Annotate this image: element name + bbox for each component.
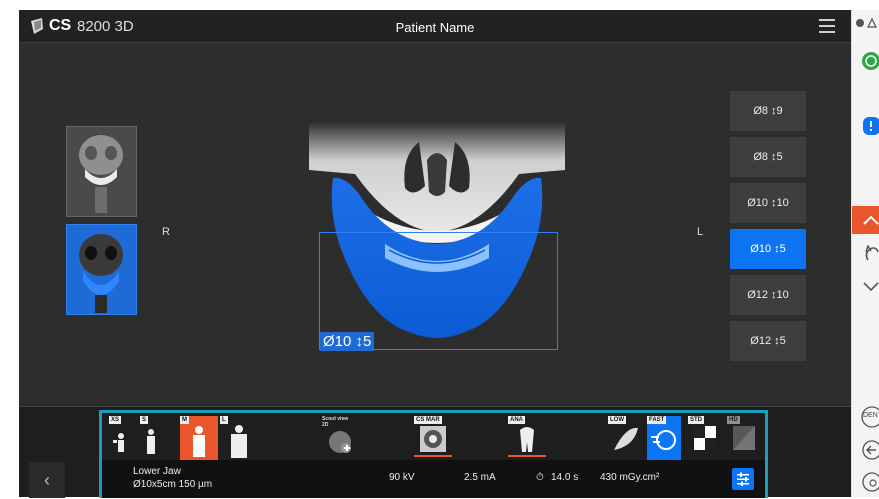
acquisition-screen: CS 8200 3D Patient Name R L Ø10 ↕5 Ø8 ↕9… (19, 10, 851, 498)
patient-size-s[interactable]: S (140, 416, 162, 460)
skull-xray-icon (79, 135, 123, 213)
skull-jaw-icon (79, 234, 123, 313)
ana-indicator (508, 455, 546, 457)
resolution-std[interactable]: STD (688, 416, 722, 460)
bottom-toolbar: ‹ XS S M L Scout view 2D CS MAR ANA LOW … (19, 406, 851, 498)
region-text: Lower Jaw (133, 466, 181, 477)
acquisition-info-bar: Lower Jaw Ø10x5cm 150 µm 90 kV 2.5 mA ⏱ … (102, 460, 765, 498)
info-notification-icon[interactable] (852, 115, 879, 137)
collapse-up-button[interactable] (852, 206, 879, 234)
ana-toggle[interactable]: ANA (508, 416, 546, 460)
resolution-hd-label: HD (727, 416, 740, 424)
fov-button-12x10[interactable]: Ø12 ↕10 (730, 275, 806, 315)
app-window: CS 8200 3D Patient Name R L Ø10 ↕5 Ø8 ↕9… (0, 0, 879, 498)
ready-status-icon (852, 50, 879, 72)
size-xs-label: XS (109, 416, 122, 424)
undo-icon[interactable] (852, 438, 879, 462)
cs-mar-toggle[interactable]: CS MAR (414, 416, 452, 460)
fov-button-10x5[interactable]: Ø10 ↕5 (730, 229, 806, 269)
scout-view-label: Scout view 2D (322, 416, 349, 428)
time-text: 14.0 s (551, 472, 579, 483)
parameters-button[interactable] (732, 468, 754, 490)
resolution-std-label: STD (688, 416, 704, 424)
fov-button-8x9[interactable]: Ø8 ↕9 (730, 91, 806, 131)
cs-mar-label: CS MAR (414, 416, 442, 424)
resolution-hd[interactable]: HD (727, 416, 761, 460)
roi-fov-label: Ø10 ↕5 (320, 332, 375, 351)
chevron-down-icon[interactable] (852, 276, 879, 296)
resolution-low-label: LOW (608, 416, 626, 424)
fov-button-8x5[interactable]: Ø8 ↕5 (730, 137, 806, 177)
rotate-icon[interactable] (852, 242, 879, 266)
resolution-fast[interactable]: FAST (647, 416, 681, 460)
panoramic-view-thumbnail[interactable] (66, 126, 137, 217)
ana-label: ANA (508, 416, 525, 424)
right-side-panel: DEN (851, 10, 879, 497)
fov-button-12x5[interactable]: Ø12 ↕5 (730, 321, 806, 361)
right-side-label: R (162, 226, 170, 238)
timer-reset-icon[interactable] (852, 470, 879, 494)
dental-mode-button[interactable]: DEN (852, 404, 879, 430)
patient-title: Patient Name (395, 20, 475, 35)
resolution-fast-label: FAST (647, 416, 667, 424)
fov-button-10x10[interactable]: Ø10 ↕10 (730, 183, 806, 223)
patient-size-l[interactable]: L (220, 416, 258, 460)
scout-view-toggle[interactable]: Scout view 2D (320, 416, 360, 460)
size-s-label: S (140, 416, 149, 424)
radiation-icon (852, 14, 879, 32)
menu-icon[interactable] (819, 19, 835, 33)
size-l-label: L (220, 416, 228, 424)
resolution-low[interactable]: LOW (608, 416, 642, 460)
dental-label: DEN (863, 412, 878, 419)
cs-mar-indicator (414, 455, 452, 457)
kv-text: 90 kV (389, 472, 415, 483)
size-m-label: M (180, 416, 189, 424)
acquisition-options-panel: XS S M L Scout view 2D CS MAR ANA LOW FA… (99, 410, 768, 498)
patient-size-m[interactable]: M (180, 416, 218, 460)
jaw-view-thumbnail[interactable] (66, 224, 137, 315)
fov-text: Ø10x5cm 150 µm (133, 479, 213, 490)
title-bar: CS 8200 3D Patient Name (19, 10, 851, 43)
chevron-up-icon (863, 215, 879, 225)
timer-icon: ⏱ (536, 472, 544, 483)
dose-text: 430 mGy.cm² (600, 472, 660, 483)
left-side-label: L (697, 226, 704, 238)
sliders-icon (737, 472, 749, 486)
patient-size-xs[interactable]: XS (109, 416, 131, 460)
chevron-left-icon: ‹ (44, 469, 50, 490)
back-button[interactable]: ‹ (29, 462, 65, 498)
ma-text: 2.5 mA (464, 472, 496, 483)
